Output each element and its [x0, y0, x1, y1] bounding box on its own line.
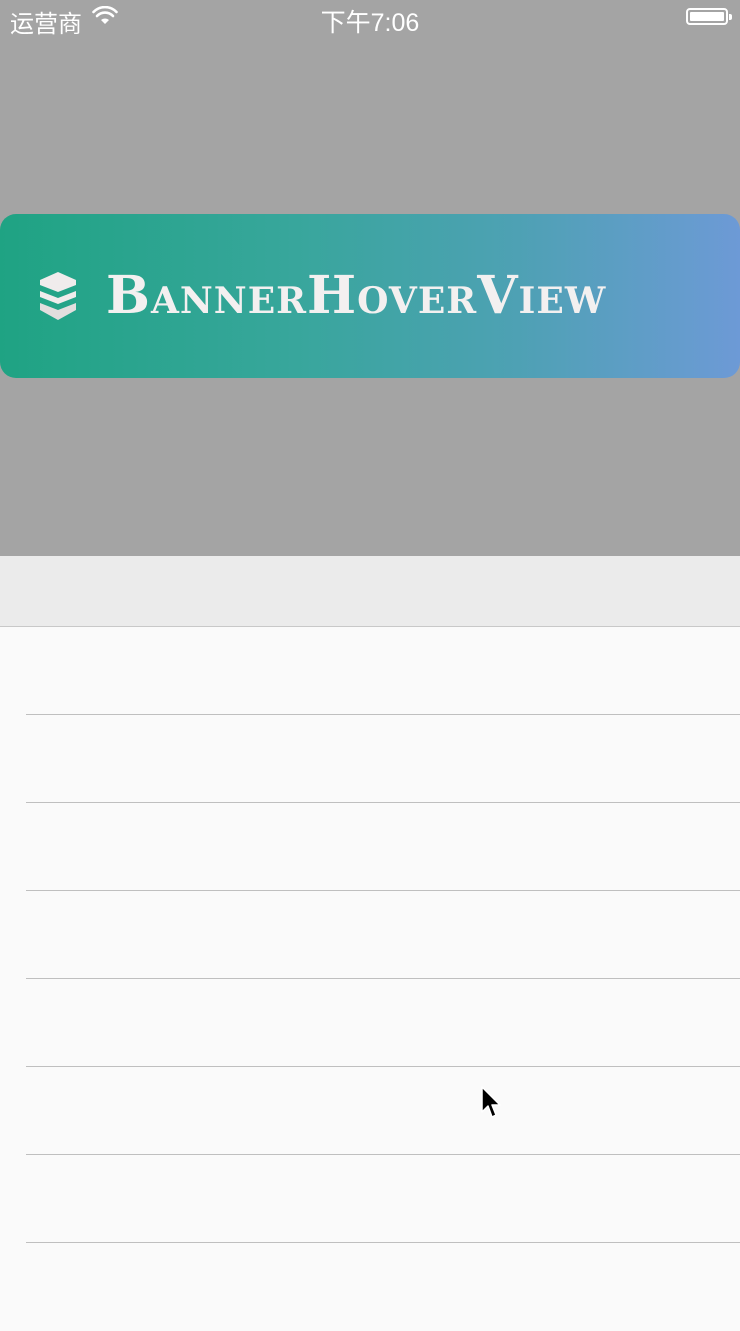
- table-row[interactable]: [0, 715, 740, 803]
- stack-layers-icon: [40, 272, 76, 320]
- table-view[interactable]: [0, 627, 740, 1324]
- table-row[interactable]: [0, 891, 740, 979]
- table-row[interactable]: [0, 1155, 740, 1243]
- table-row[interactable]: [0, 979, 740, 1067]
- table-row[interactable]: [0, 1067, 740, 1155]
- status-bar: 运营商 下午7:06: [0, 0, 740, 38]
- battery-icon: [686, 8, 732, 25]
- table-row[interactable]: [0, 803, 740, 891]
- banner-image[interactable]: BannerHoverView: [0, 214, 740, 378]
- table-row[interactable]: [0, 1243, 740, 1331]
- section-header: [0, 556, 740, 627]
- table-row[interactable]: [0, 627, 740, 715]
- mouse-cursor-icon: [481, 1086, 501, 1118]
- status-time: 下午7:06: [320, 9, 420, 37]
- banner-hover-header: 运营商 下午7:06 BannerHoverView: [0, 0, 740, 556]
- banner-title: BannerHoverView: [106, 265, 607, 326]
